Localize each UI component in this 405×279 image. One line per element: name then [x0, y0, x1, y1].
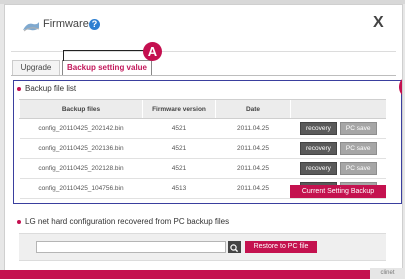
backup-list-heading: Backup file list	[17, 84, 76, 93]
table-row: config_20110425_202142.bin 4521 2011.04.…	[19, 118, 386, 139]
restore-title: LG net hard configuration recovered from…	[25, 217, 230, 226]
current-setting-backup-button[interactable]: Current Setting Backup	[290, 185, 386, 198]
row-actions: recoveryPC save	[290, 118, 386, 139]
help-icon[interactable]: ?	[89, 19, 100, 30]
backup-table: Backup files Firmware version Date confi…	[19, 99, 386, 199]
dialog-title: Firmware	[43, 18, 89, 30]
restore-heading: LG net hard configuration recovered from…	[17, 217, 229, 226]
recovery-button[interactable]: recovery	[299, 142, 337, 155]
firmware-dialog: Firmware ? X Upgrade Backup setting valu…	[4, 4, 403, 272]
footer-tag: clinet	[370, 268, 405, 279]
row-actions: recoveryPC save	[290, 158, 386, 179]
firmware-version: 4521	[142, 118, 216, 139]
pc-save-button[interactable]: PC save	[339, 162, 377, 175]
col-firmware-version: Firmware version	[142, 99, 216, 119]
backup-date: 2011.04.25	[215, 178, 291, 199]
pc-save-button[interactable]: PC save	[339, 122, 377, 135]
search-icon	[230, 244, 239, 253]
bullet-icon	[17, 86, 21, 91]
firmware-version: 4521	[142, 158, 216, 179]
row-actions: recoveryPC save	[290, 138, 386, 159]
title-bar: Firmware ? X	[5, 5, 402, 43]
table-header-row: Backup files Firmware version Date	[19, 99, 386, 119]
backup-date: 2011.04.25	[215, 158, 291, 179]
table-row: config_20110425_202136.bin 4521 2011.04.…	[19, 138, 386, 159]
backup-file-name: config_20110425_104756.bin	[19, 178, 143, 199]
callout-a-badge: A	[143, 42, 162, 61]
recovery-button[interactable]: recovery	[299, 122, 337, 135]
col-actions	[290, 99, 386, 119]
firmware-version: 4513	[142, 178, 216, 199]
col-date: Date	[215, 99, 291, 119]
restore-box: Restore to PC file	[19, 233, 386, 261]
callout-a-line-h	[63, 50, 145, 51]
backup-list-title: Backup file list	[25, 84, 77, 93]
col-backup-files: Backup files	[19, 99, 143, 119]
backup-file-name: config_20110425_202128.bin	[19, 158, 143, 179]
pc-save-button[interactable]: PC save	[339, 142, 377, 155]
tab-backup-setting-value[interactable]: Backup setting value	[62, 60, 152, 75]
browse-button[interactable]	[228, 241, 241, 253]
firmware-logo-icon	[23, 22, 40, 32]
tab-underline	[11, 75, 396, 76]
close-button[interactable]: X	[373, 14, 384, 32]
bottom-accent-bar	[0, 270, 405, 279]
bullet-icon	[17, 219, 21, 224]
title-divider	[11, 51, 396, 52]
backup-date: 2011.04.25	[215, 138, 291, 159]
table-row: config_20110425_202128.bin 4521 2011.04.…	[19, 158, 386, 179]
tab-upgrade[interactable]: Upgrade	[12, 60, 60, 76]
backup-file-name: config_20110425_202142.bin	[19, 118, 143, 139]
backup-file-name: config_20110425_202136.bin	[19, 138, 143, 159]
backup-date: 2011.04.25	[215, 118, 291, 139]
recovery-button[interactable]: recovery	[299, 162, 337, 175]
restore-to-pc-file-button[interactable]: Restore to PC file	[245, 241, 317, 253]
callout-a-line	[63, 50, 64, 61]
backup-file-input[interactable]	[36, 241, 226, 253]
firmware-version: 4521	[142, 138, 216, 159]
